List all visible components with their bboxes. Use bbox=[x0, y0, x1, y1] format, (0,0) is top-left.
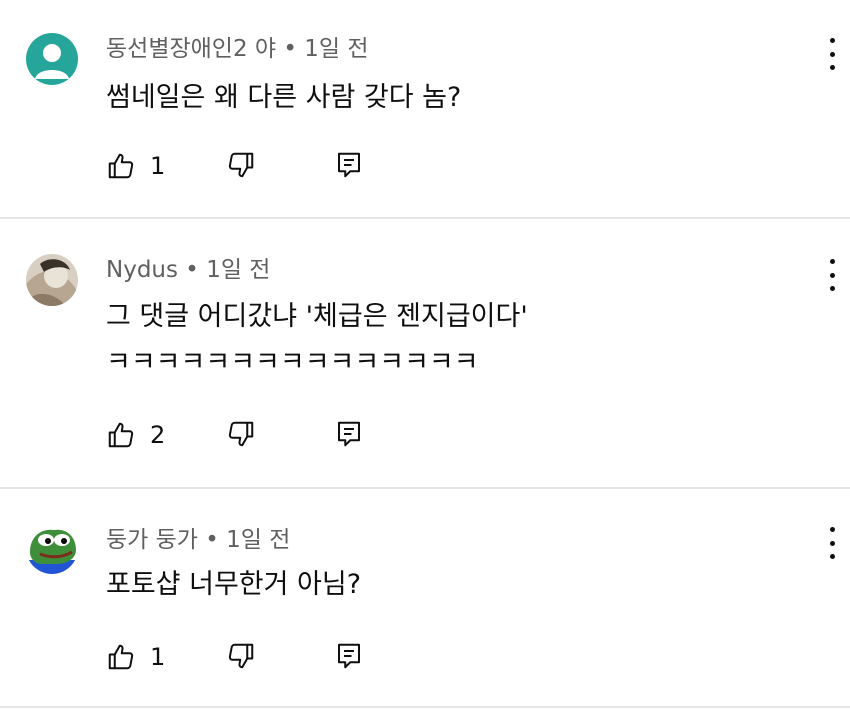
comment-line: 썸네일은 왜 다른 사람 갖다 놈? bbox=[106, 82, 462, 113]
dislike-button[interactable] bbox=[226, 150, 256, 182]
like-count: 2 bbox=[150, 421, 166, 449]
more-options-icon[interactable] bbox=[826, 257, 838, 293]
comment-meta: Nydus • 1일 전 bbox=[106, 255, 270, 285]
reply-button[interactable] bbox=[334, 641, 364, 673]
reply-comment-icon bbox=[338, 643, 360, 669]
like-button[interactable]: 1 bbox=[106, 150, 165, 182]
separator: • bbox=[276, 36, 305, 62]
author-name[interactable]: 둥가 둥가 bbox=[106, 527, 198, 553]
photo-avatar-icon bbox=[26, 254, 78, 306]
comment-item: Nydus • 1일 전 그 댓글 어디갔냐 '체급은 젠지급이다' ㅋㅋㅋㅋㅋ… bbox=[0, 219, 850, 487]
author-name[interactable]: Nydus bbox=[106, 257, 178, 283]
reply-comment-icon bbox=[338, 152, 360, 178]
like-count: 1 bbox=[150, 643, 166, 671]
avatar[interactable] bbox=[26, 522, 78, 574]
thumbs-down-icon bbox=[228, 421, 254, 447]
comment-text: 썸네일은 왜 다른 사람 갖다 놈? bbox=[106, 80, 461, 116]
separator: • bbox=[177, 257, 207, 283]
reply-button[interactable] bbox=[334, 419, 364, 451]
like-button[interactable]: 2 bbox=[106, 419, 165, 451]
comment-meta: 둥가 둥가 • 1일 전 bbox=[106, 525, 290, 555]
dislike-button[interactable] bbox=[226, 641, 256, 673]
comment-line: 포토샵 너무한거 아님? bbox=[106, 569, 362, 600]
comment-text: 그 댓글 어디갔냐 '체급은 젠지급이다' ㅋㅋㅋㅋㅋㅋㅋㅋㅋㅋㅋㅋㅋㅋㅋ bbox=[106, 299, 528, 381]
comment-line: 그 댓글 어디갔냐 '체급은 젠지급이다' bbox=[106, 301, 528, 332]
avatar[interactable] bbox=[26, 33, 78, 85]
comment-item: 둥가 둥가 • 1일 전 포토샵 너무한거 아님? 1 bbox=[0, 489, 850, 709]
divider bbox=[0, 706, 850, 708]
default-person-avatar-icon bbox=[26, 33, 78, 85]
comment-text: 포토샵 너무한거 아님? bbox=[106, 567, 361, 603]
thumbs-up-icon bbox=[108, 153, 134, 179]
comment-meta: 동선별장애인2 야 • 1일 전 bbox=[106, 34, 369, 64]
dislike-button[interactable] bbox=[226, 419, 256, 451]
comment-line: ㅋㅋㅋㅋㅋㅋㅋㅋㅋㅋㅋㅋㅋㅋㅋ bbox=[106, 347, 479, 378]
timestamp: 1일 전 bbox=[206, 257, 271, 283]
comment-item: 동선별장애인2 야 • 1일 전 썸네일은 왜 다른 사람 갖다 놈? 1 bbox=[0, 0, 850, 218]
reply-comment-icon bbox=[338, 421, 360, 447]
timestamp: 1일 전 bbox=[226, 527, 291, 553]
thumbs-up-icon bbox=[108, 422, 134, 448]
author-name[interactable]: 동선별장애인2 야 bbox=[106, 36, 276, 62]
thumbs-down-icon bbox=[228, 152, 254, 178]
separator: • bbox=[197, 527, 227, 553]
avatar[interactable] bbox=[26, 254, 78, 306]
more-options-icon[interactable] bbox=[826, 36, 838, 72]
like-button[interactable]: 1 bbox=[106, 641, 165, 673]
comment-actions: 2 bbox=[106, 419, 406, 451]
timestamp: 1일 전 bbox=[304, 36, 369, 62]
reply-button[interactable] bbox=[334, 150, 364, 182]
like-count: 1 bbox=[150, 152, 166, 180]
thumbs-up-icon bbox=[108, 644, 134, 670]
thumbs-down-icon bbox=[228, 643, 254, 669]
comment-actions: 1 bbox=[106, 641, 406, 673]
comment-actions: 1 bbox=[106, 150, 406, 182]
frog-avatar-icon bbox=[26, 522, 78, 574]
more-options-icon[interactable] bbox=[826, 525, 838, 561]
